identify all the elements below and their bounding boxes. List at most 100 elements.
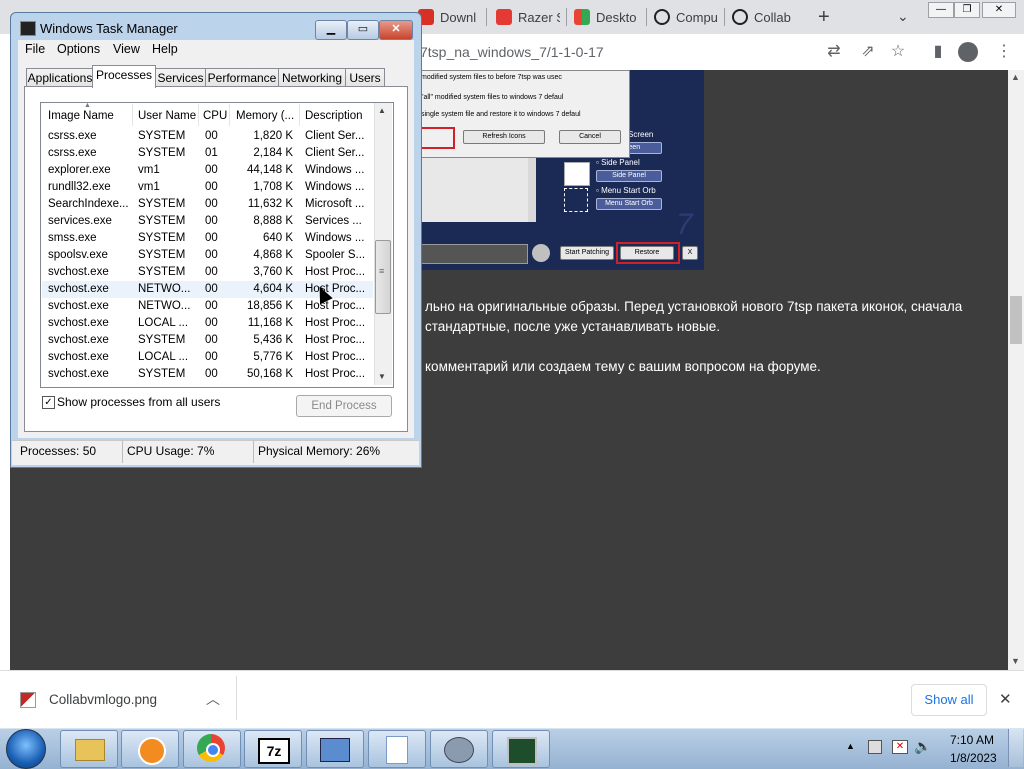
page-scrollbar[interactable] bbox=[1008, 70, 1024, 670]
page-scrollbar-thumb[interactable] bbox=[1010, 296, 1022, 344]
table-cell: Host Proc... bbox=[305, 368, 366, 380]
table-cell: 5,776 K bbox=[253, 351, 293, 363]
article-paragraph-line: льно на оригинальные образы. Перед устан… bbox=[425, 299, 963, 314]
table-cell: Spooler S... bbox=[305, 249, 366, 261]
table-cell: svchost.exe bbox=[48, 300, 109, 312]
table-cell: LOCAL ... bbox=[138, 317, 189, 329]
side-panel-icon[interactable]: ▮ bbox=[928, 42, 948, 62]
table-cell: 5,436 K bbox=[253, 334, 293, 346]
show-all-button[interactable]: Show all bbox=[911, 684, 987, 716]
tm-maximize-button[interactable]: ▭ bbox=[347, 20, 379, 40]
table-cell: 00 bbox=[205, 300, 218, 312]
process-list-scrollbar-thumb[interactable] bbox=[375, 240, 391, 314]
table-cell: explorer.exe bbox=[48, 164, 111, 176]
show-hidden-icons-chevron-icon[interactable]: ▲ bbox=[846, 741, 855, 751]
column-header-memory[interactable]: Memory (... bbox=[236, 104, 298, 126]
tab-collabvm[interactable]: Collab bbox=[732, 4, 796, 30]
windows-logo-icon bbox=[574, 9, 590, 25]
table-cell: Client Ser... bbox=[305, 130, 365, 142]
control-panel-icon bbox=[320, 738, 350, 762]
table-cell: 50,168 K bbox=[246, 368, 293, 380]
table-cell: svchost.exe bbox=[48, 334, 109, 346]
end-process-button[interactable]: End Process bbox=[296, 395, 392, 417]
table-cell: smss.exe bbox=[48, 232, 97, 244]
network-taskbar-button[interactable] bbox=[430, 730, 488, 768]
restore-button[interactable]: ❐ bbox=[954, 2, 980, 18]
menu-options[interactable]: Options bbox=[57, 42, 100, 56]
tab-computer[interactable]: Compu bbox=[654, 4, 718, 30]
table-cell: 3,760 K bbox=[253, 266, 293, 278]
table-cell: svchost.exe bbox=[48, 317, 109, 329]
tab-razer[interactable]: Razer S bbox=[496, 4, 560, 30]
7zip-icon: 7z bbox=[258, 738, 290, 764]
scroll-up-arrow-icon[interactable]: ▲ bbox=[1011, 72, 1020, 82]
action-center-icon[interactable]: ✕ bbox=[892, 740, 908, 754]
control-panel-taskbar-button[interactable] bbox=[306, 730, 364, 768]
network-icon bbox=[444, 737, 474, 763]
menu-view[interactable]: View bbox=[113, 42, 140, 56]
show-desktop-button[interactable] bbox=[1008, 729, 1023, 767]
translate-icon[interactable]: ⇄ bbox=[824, 42, 844, 62]
close-button[interactable]: ✕ bbox=[982, 2, 1016, 18]
tab-applications[interactable]: Applications bbox=[26, 68, 94, 87]
explorer-taskbar-button[interactable] bbox=[60, 730, 118, 768]
start-button-orb-icon[interactable] bbox=[6, 729, 46, 769]
table-cell: 00 bbox=[205, 334, 218, 346]
chevron-up-icon[interactable]: ︿ bbox=[206, 689, 220, 709]
tab-networking[interactable]: Networking bbox=[278, 68, 346, 87]
table-cell: 640 K bbox=[262, 232, 293, 244]
notepad-taskbar-button[interactable] bbox=[368, 730, 426, 768]
tab-performance[interactable]: Performance bbox=[205, 68, 279, 87]
table-cell: SYSTEM bbox=[138, 215, 186, 227]
volume-icon[interactable]: 🔈 bbox=[914, 738, 931, 755]
table-cell: 1,708 K bbox=[253, 181, 293, 193]
7zip-taskbar-button[interactable]: 7z bbox=[244, 730, 302, 768]
table-cell: csrss.exe bbox=[48, 147, 97, 159]
download-file-name[interactable]: Collabvmlogo.png bbox=[49, 692, 157, 707]
address-bar[interactable]: 7tsp_na_windows_7/1-1-0-17 bbox=[420, 44, 604, 60]
table-cell: 00 bbox=[205, 215, 218, 227]
table-cell: Windows ... bbox=[305, 232, 365, 244]
tab-processes[interactable]: Processes bbox=[92, 65, 156, 88]
share-icon[interactable]: ⇗ bbox=[858, 42, 878, 62]
tab-search-chevron-icon[interactable]: ⌄ bbox=[897, 8, 909, 25]
clock-time[interactable]: 7:10 AM bbox=[950, 733, 994, 747]
tab-services[interactable]: Services bbox=[155, 68, 206, 87]
profile-avatar-icon[interactable] bbox=[958, 42, 978, 62]
table-cell: Host Proc... bbox=[305, 317, 366, 329]
menu-file[interactable]: File bbox=[25, 42, 45, 56]
table-cell: Host Proc... bbox=[305, 334, 366, 346]
menu-dots-icon[interactable]: ⋮ bbox=[994, 42, 1014, 62]
table-cell: svchost.exe bbox=[48, 351, 109, 363]
table-cell: 8,888 K bbox=[253, 215, 293, 227]
tm-close-button[interactable]: ✕ bbox=[379, 20, 413, 40]
new-tab-button[interactable]: + bbox=[818, 6, 830, 29]
tab-users[interactable]: Users bbox=[345, 68, 385, 87]
show-all-users-label[interactable]: Show processes from all users bbox=[57, 395, 220, 409]
close-download-bar-icon[interactable]: ✕ bbox=[999, 690, 1012, 708]
media-player-icon bbox=[138, 737, 166, 765]
column-header-user-name[interactable]: User Name bbox=[138, 104, 200, 126]
task-manager-taskbar-button[interactable] bbox=[492, 730, 550, 768]
task-manager-app-icon bbox=[20, 21, 36, 36]
table-cell: 00 bbox=[205, 249, 218, 261]
scroll-up-arrow-icon[interactable]: ▲ bbox=[378, 106, 386, 115]
scroll-down-arrow-icon[interactable]: ▼ bbox=[378, 372, 386, 381]
star-icon[interactable]: ☆ bbox=[888, 42, 908, 62]
media-player-taskbar-button[interactable] bbox=[121, 730, 179, 768]
chrome-taskbar-button[interactable] bbox=[183, 730, 241, 768]
tm-minimize-button[interactable]: ▁ bbox=[315, 20, 347, 40]
table-cell: 00 bbox=[205, 164, 218, 176]
table-cell: svchost.exe bbox=[48, 283, 109, 295]
tab-desktop[interactable]: Deskto bbox=[574, 4, 638, 30]
minimize-button[interactable]: — bbox=[928, 2, 954, 18]
column-header-cpu[interactable]: CPU bbox=[203, 104, 229, 126]
menu-help[interactable]: Help bbox=[152, 42, 178, 56]
column-header-description[interactable]: Description bbox=[305, 104, 371, 126]
tab-download[interactable]: Downl bbox=[418, 4, 480, 30]
scroll-down-arrow-icon[interactable]: ▼ bbox=[1011, 656, 1020, 666]
table-cell: Microsoft ... bbox=[305, 198, 365, 210]
network-status-icon[interactable] bbox=[868, 740, 882, 754]
show-all-users-checkbox[interactable]: ✓ bbox=[42, 396, 55, 409]
clock-date[interactable]: 1/8/2023 bbox=[950, 751, 997, 765]
